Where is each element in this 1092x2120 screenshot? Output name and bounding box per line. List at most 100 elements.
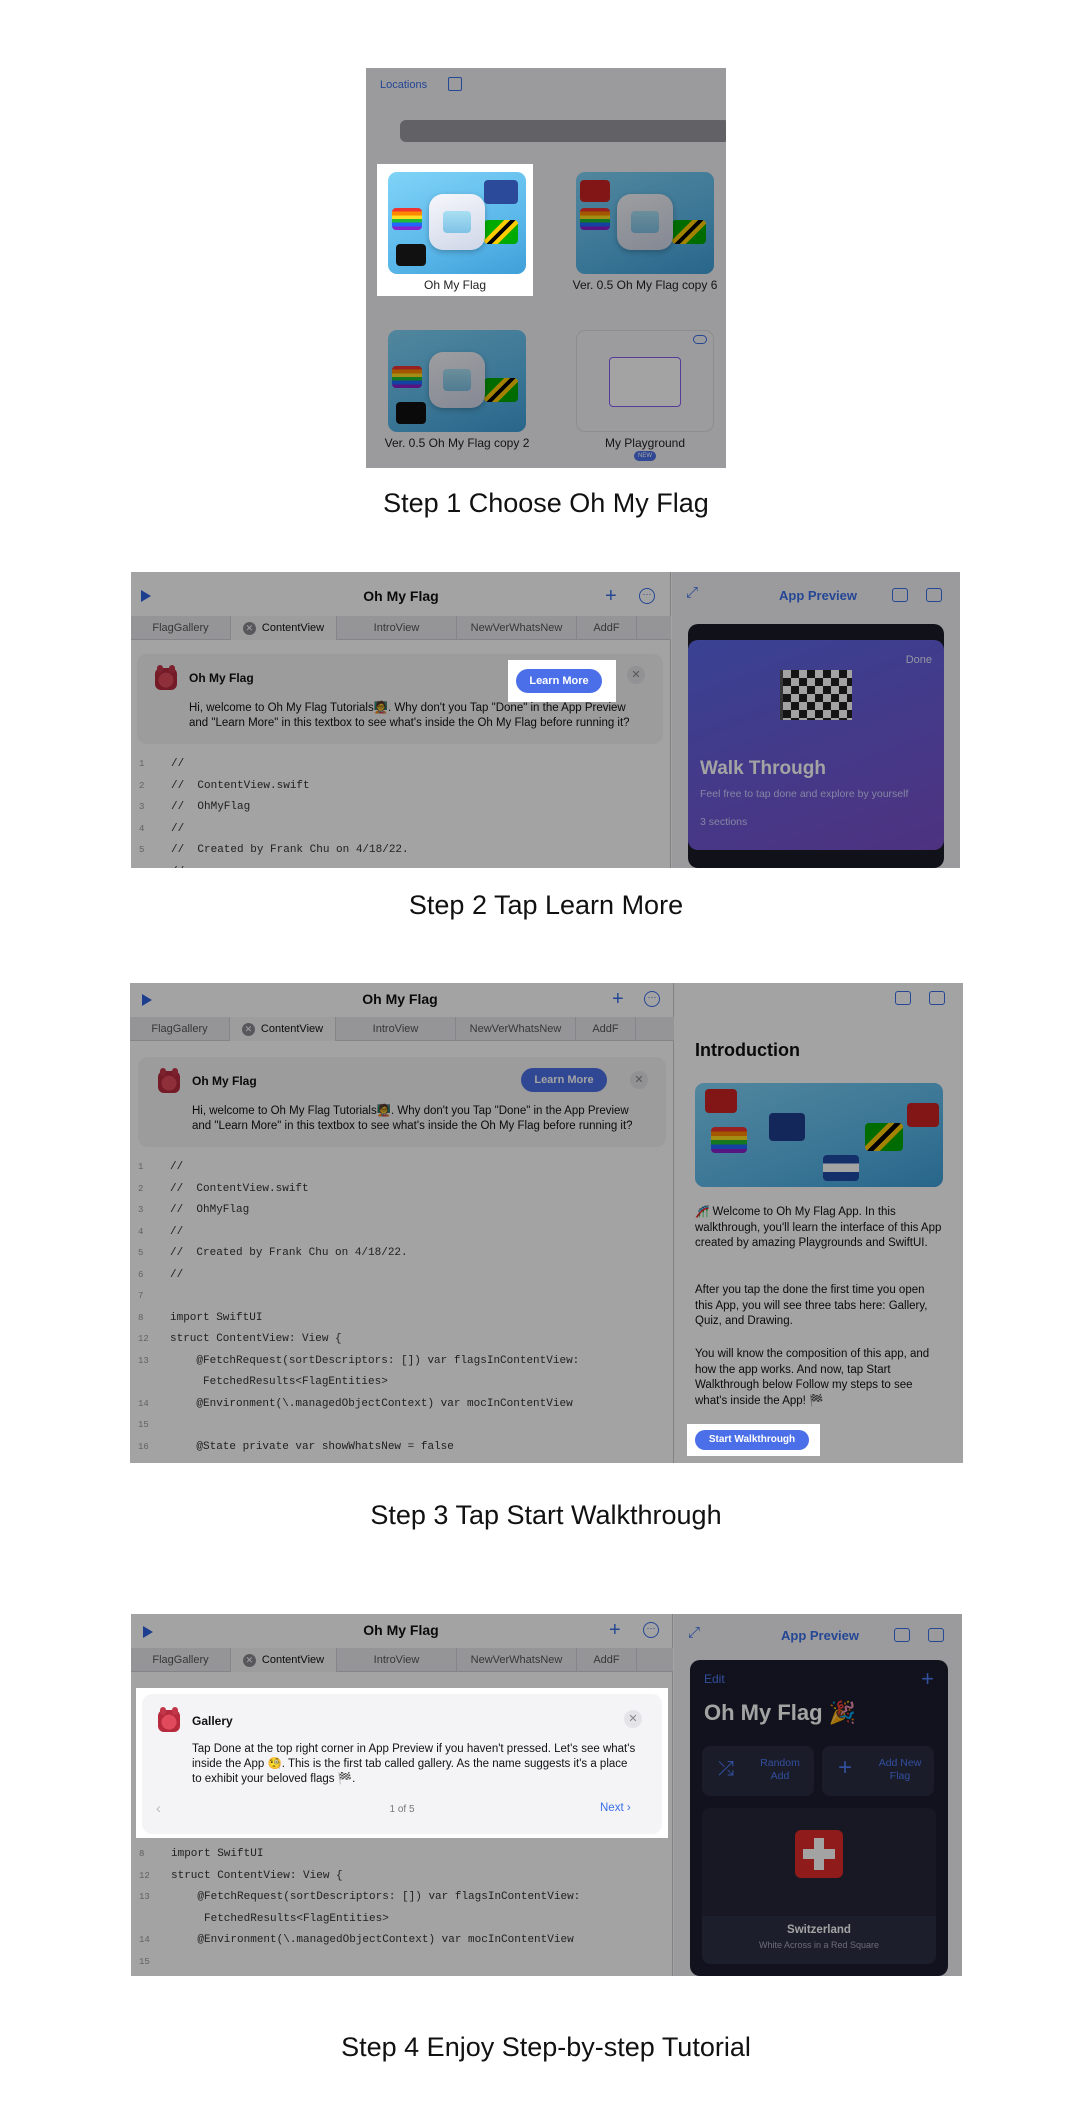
- start-walkthrough-button[interactable]: Start Walkthrough: [695, 1430, 809, 1450]
- intro-paragraph-2: After you tap the done the first time yo…: [695, 1284, 928, 1327]
- project-tile-copy-2[interactable]: [388, 330, 526, 432]
- library-icon[interactable]: [892, 588, 908, 602]
- step2-caption: Step 2 Tap Learn More: [408, 890, 684, 920]
- code-line: struct ContentView: View {: [171, 1869, 343, 1882]
- walkthrough-sections: 3 sections: [700, 816, 748, 828]
- library-icon[interactable]: [894, 1628, 910, 1642]
- add-flag-plus-icon[interactable]: +: [921, 1666, 934, 1692]
- flag-card[interactable]: Switzerland White Across in a Red Square: [702, 1808, 936, 1964]
- more-icon[interactable]: ···: [643, 1622, 659, 1638]
- close-card-icon[interactable]: ✕: [624, 1710, 642, 1728]
- tab-flaggallery[interactable]: FlagGallery: [131, 616, 231, 640]
- close-tab-icon[interactable]: ✕: [242, 621, 256, 635]
- tab-contentview[interactable]: ✕ ContentView: [231, 616, 337, 640]
- highlight-learn-more: Learn More: [508, 660, 616, 702]
- code-line: //: [170, 1225, 184, 1238]
- line-number: 6: [139, 867, 144, 869]
- line-number: 13: [139, 1892, 150, 1902]
- code-line: // ContentView.swift: [171, 779, 310, 792]
- tab-introview[interactable]: IntroView: [337, 616, 457, 640]
- step2-screenshot: Oh My Flag + ··· FlagGallery ✕ ContentVie…: [131, 572, 960, 868]
- close-tab-icon[interactable]: ✕: [241, 1022, 255, 1036]
- tab-newverwhatsnew[interactable]: NewVerWhatsNew: [457, 616, 577, 640]
- tab-contentview[interactable]: ✕ ContentView: [230, 1017, 336, 1041]
- tab-flaggallery[interactable]: FlagGallery: [130, 1017, 230, 1041]
- tab-flaggallery[interactable]: FlagGallery: [131, 1648, 231, 1672]
- edit-button[interactable]: Edit: [704, 1672, 725, 1686]
- tile-label: Ver. 0.5 Oh My Flag copy 2: [384, 436, 530, 450]
- tab-addf[interactable]: AddF: [577, 1648, 637, 1672]
- add-new-flag-label: Add New Flag: [878, 1757, 922, 1782]
- learn-more-button[interactable]: Learn More: [521, 1068, 607, 1092]
- search-bar[interactable]: [400, 120, 726, 142]
- random-add-label: Random Add: [760, 1757, 800, 1782]
- window-icon[interactable]: [929, 991, 945, 1005]
- add-icon[interactable]: +: [612, 989, 624, 1009]
- tab-addf[interactable]: AddF: [577, 616, 637, 640]
- more-icon[interactable]: ···: [639, 588, 655, 604]
- preview-title: App Preview: [780, 1628, 860, 1643]
- close-card-icon[interactable]: ✕: [627, 666, 645, 684]
- run-button[interactable]: [142, 994, 152, 1006]
- more-icon[interactable]: ···: [644, 991, 660, 1007]
- locations-link[interactable]: Locations: [380, 79, 427, 91]
- project-tile-my-playground[interactable]: [576, 330, 714, 432]
- add-new-flag-button[interactable]: + Add New Flag: [822, 1746, 934, 1796]
- learn-more-button[interactable]: Learn More: [516, 669, 602, 693]
- prev-chevron-icon[interactable]: ‹: [156, 1800, 161, 1817]
- library-icon[interactable]: [895, 991, 911, 1005]
- code-line: FetchedResults<FlagEntities>: [170, 1376, 388, 1388]
- run-button[interactable]: [141, 590, 151, 602]
- card-body-line-2: inside the App 🧐. This is the first tab …: [192, 1758, 628, 1770]
- code-editor[interactable]: 8 import SwiftUI 12 struct ContentView: Vie…: [131, 1842, 673, 1976]
- tab-introview[interactable]: IntroView: [336, 1017, 456, 1041]
- code-line: @FetchRequest(sortDescriptors: []) var f…: [171, 1891, 581, 1903]
- run-button[interactable]: [143, 1626, 153, 1638]
- expand-icon[interactable]: ⤢: [688, 1624, 700, 1641]
- window-icon[interactable]: [928, 1628, 944, 1642]
- country-name: Switzerland: [787, 1924, 851, 1936]
- window-icon[interactable]: [926, 588, 942, 602]
- step1-screenshot: Locations Oh My Flag Ver. 0.5 Oh My Flag…: [366, 68, 726, 468]
- code-editor[interactable]: 1 // 2 // ContentView.swift 3 // OhMyFlag 4 // 5…: [131, 752, 671, 868]
- intro-paragraph-1: 🎢 Welcome to Oh My Flag App. In this wal…: [695, 1206, 942, 1249]
- tile-label: Ver. 0.5 Oh My Flag copy 6: [572, 278, 718, 292]
- preview-title: App Preview: [778, 588, 858, 603]
- code-line: //: [171, 822, 185, 835]
- next-chevron-icon: ›: [626, 1802, 631, 1814]
- tab-label: ContentView: [261, 1654, 325, 1666]
- add-icon[interactable]: +: [609, 1620, 621, 1640]
- done-button[interactable]: Done: [906, 654, 932, 666]
- close-tab-icon[interactable]: ✕: [242, 1653, 256, 1667]
- close-card-icon[interactable]: ✕: [630, 1071, 648, 1089]
- country-description: White Across in a Red Square: [758, 1940, 880, 1950]
- project-tile-copy-6[interactable]: [576, 172, 714, 274]
- tab-label: ContentView: [260, 1023, 324, 1035]
- expand-icon[interactable]: ⤢: [686, 584, 698, 601]
- add-icon[interactable]: +: [605, 586, 617, 606]
- tab-newverwhatsnew[interactable]: NewVerWhatsNew: [456, 1017, 576, 1041]
- code-line: @State private var showWhatsNew = false: [170, 1440, 454, 1453]
- code-line: //: [170, 1268, 184, 1281]
- step4-caption: Step 4 Enjoy Step-by-step Tutorial: [341, 2032, 751, 2062]
- tab-label: ContentView: [261, 622, 325, 634]
- highlight-tile-label: Oh My Flag: [423, 278, 486, 292]
- highlight-start-walkthrough: Start Walkthrough: [687, 1424, 820, 1456]
- pager-text: 1 of 5: [389, 1804, 415, 1815]
- tab-introview[interactable]: IntroView: [337, 1648, 457, 1672]
- walkthrough-sheet: Done Walk Through Feel free to tap done …: [688, 624, 944, 868]
- app-preview-screen: Edit + Oh My Flag 🎉 ⤮ Random Add + Add N…: [690, 1660, 948, 1976]
- tab-contentview[interactable]: ✕ ContentView: [231, 1648, 337, 1672]
- compose-icon[interactable]: [448, 77, 462, 91]
- intro-hero-image: [695, 1083, 943, 1187]
- code-line: // Created by Frank Chu on 4/18/22.: [171, 844, 409, 856]
- tab-addf[interactable]: AddF: [576, 1017, 636, 1041]
- tab-newverwhatsnew[interactable]: NewVerWhatsNew: [457, 1648, 577, 1672]
- code-editor[interactable]: 1 // 2 // ContentView.swift 3 // OhMyFlag 4 // 5…: [130, 1155, 674, 1463]
- intro-paragraph-3: You will know the composition of this ap…: [695, 1348, 930, 1407]
- random-add-button[interactable]: ⤮ Random Add: [702, 1746, 814, 1796]
- card-body-line-3: to exhibit your beloved flags 🏁.: [192, 1773, 356, 1785]
- next-button[interactable]: Next ›: [600, 1802, 631, 1814]
- line-number: 3: [138, 1205, 144, 1215]
- highlight-oh-my-flag: Oh My Flag: [377, 164, 533, 296]
